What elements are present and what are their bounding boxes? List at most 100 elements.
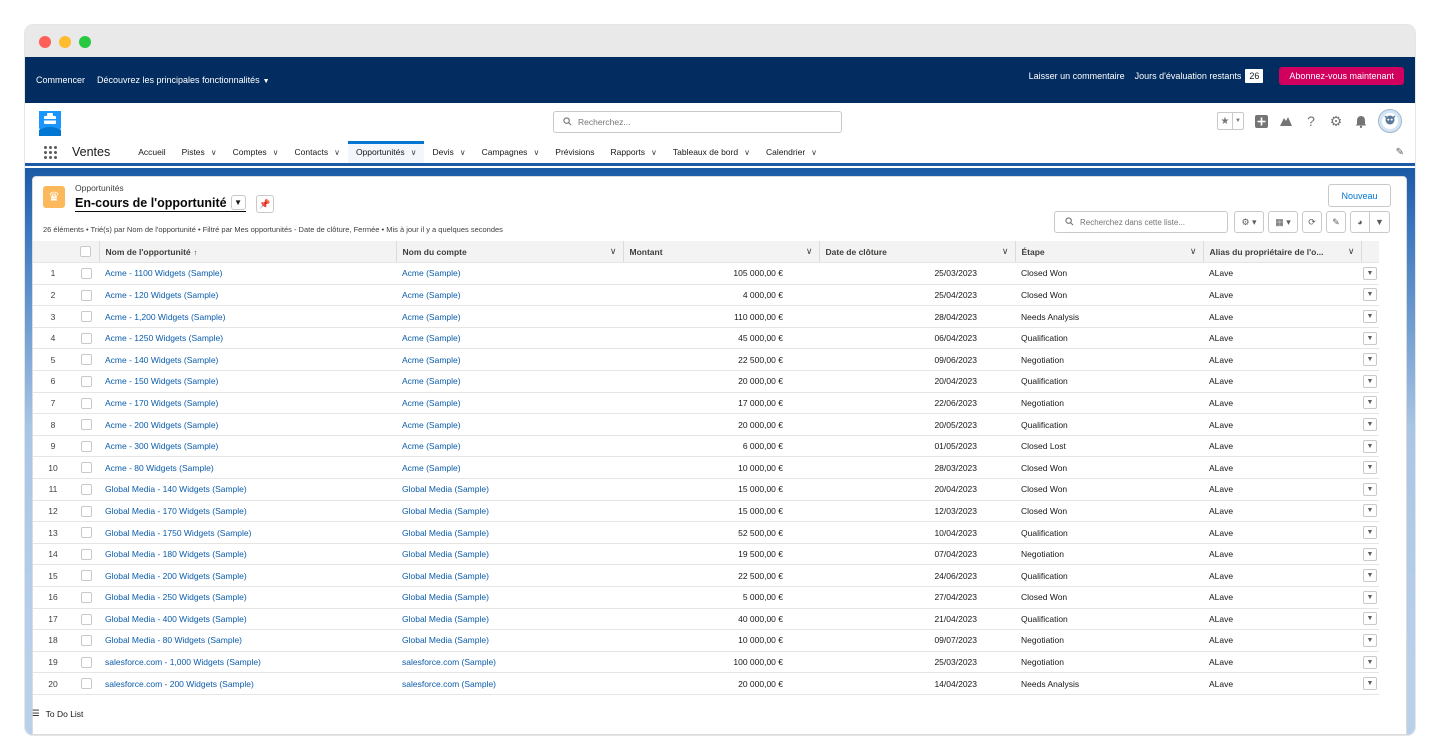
row-checkbox[interactable] [80, 375, 92, 387]
row-checkbox[interactable] [80, 354, 92, 366]
opportunity-name-link[interactable]: salesforce.com - 1,000 Widgets (Sample) [99, 651, 396, 674]
account-name-link[interactable]: Acme (Sample) [396, 348, 623, 372]
subscribe-button[interactable]: Abonnez-vous maintenant [1279, 67, 1404, 85]
opportunity-name-link[interactable]: salesforce.com - 200 Widgets (Sample) [99, 672, 396, 695]
account-name-link[interactable]: Acme (Sample) [396, 262, 623, 285]
chart-icon[interactable]: ◕ [1350, 211, 1370, 233]
chevron-down-icon[interactable]: ∨ [811, 148, 817, 157]
opportunity-name-link[interactable]: Global Media - 170 Widgets (Sample) [99, 500, 396, 523]
account-name-link[interactable]: Acme (Sample) [396, 284, 623, 307]
avatar[interactable] [1378, 109, 1402, 133]
account-name-link[interactable]: Global Media (Sample) [396, 586, 623, 609]
opportunity-name-link[interactable]: Acme - 170 Widgets (Sample) [99, 392, 396, 415]
tab-rapports[interactable]: Rapports ∨ [603, 141, 665, 163]
chevron-down-icon[interactable]: ▼ [1363, 331, 1377, 345]
global-search-input[interactable]: Recherchez... [553, 111, 842, 133]
row-checkbox[interactable] [80, 678, 92, 690]
maximize-window-button[interactable] [79, 36, 91, 48]
chevron-down-icon[interactable]: ▼ [1363, 353, 1377, 367]
account-name-link[interactable]: Acme (Sample) [396, 435, 623, 458]
tab-pistes[interactable]: Pistes ∨ [174, 141, 225, 163]
opportunity-name-link[interactable]: Acme - 1,200 Widgets (Sample) [99, 305, 396, 328]
column-header-close-date[interactable]: Date de clôture ∨ [819, 241, 1016, 264]
account-name-link[interactable]: Acme (Sample) [396, 327, 623, 350]
row-checkbox[interactable] [80, 505, 92, 517]
chevron-down-icon[interactable]: ▼ [1363, 310, 1377, 324]
app-launcher-icon[interactable] [44, 141, 58, 163]
filter-icon[interactable]: ▼ [1370, 211, 1390, 233]
opportunity-name-link[interactable]: Global Media - 180 Widgets (Sample) [99, 543, 396, 566]
opportunity-name-link[interactable]: Global Media - 200 Widgets (Sample) [99, 564, 396, 587]
favorites-button[interactable]: ★ ▼ [1217, 112, 1244, 130]
feedback-link[interactable]: Laisser un commentaire [1029, 71, 1125, 81]
account-name-link[interactable]: Global Media (Sample) [396, 500, 623, 523]
opportunity-name-link[interactable]: Global Media - 250 Widgets (Sample) [99, 586, 396, 609]
list-settings-gear-icon[interactable]: ⚙ ▾ [1234, 211, 1264, 233]
minimize-window-button[interactable] [59, 36, 71, 48]
column-header-stage[interactable]: Étape ∨ [1015, 241, 1204, 264]
opportunity-name-link[interactable]: Acme - 140 Widgets (Sample) [99, 348, 396, 372]
row-checkbox[interactable] [80, 548, 92, 560]
refresh-icon[interactable]: ⟳ [1302, 211, 1322, 233]
chevron-down-icon[interactable]: ▼ [1363, 569, 1377, 583]
row-checkbox[interactable] [80, 527, 92, 539]
opportunity-name-link[interactable]: Acme - 80 Widgets (Sample) [99, 456, 396, 480]
opportunity-name-link[interactable]: Acme - 120 Widgets (Sample) [99, 284, 396, 307]
row-checkbox[interactable] [80, 635, 92, 647]
chevron-down-icon[interactable]: ▼ [1363, 439, 1377, 453]
tab-accueil[interactable]: Accueil [130, 141, 173, 163]
account-name-link[interactable]: Acme (Sample) [396, 392, 623, 415]
new-button[interactable]: Nouveau [1328, 184, 1391, 207]
opportunity-name-link[interactable]: Global Media - 140 Widgets (Sample) [99, 478, 396, 501]
tab-comptes[interactable]: Comptes ∨ [225, 141, 287, 163]
row-checkbox[interactable] [80, 613, 92, 625]
pin-icon[interactable]: 📌 [256, 195, 274, 213]
chevron-down-icon[interactable]: ▼ [230, 195, 246, 210]
chevron-down-icon[interactable]: ▼ [1363, 266, 1377, 280]
chevron-down-icon[interactable]: ▼ [1363, 526, 1377, 540]
help-icon[interactable]: ? [1303, 113, 1319, 129]
account-name-link[interactable]: Global Media (Sample) [396, 629, 623, 652]
chevron-down-icon[interactable]: ∨ [610, 246, 617, 257]
trailhead-icon[interactable] [1278, 113, 1294, 129]
tab-devis[interactable]: Devis ∨ [424, 141, 473, 163]
opportunity-name-link[interactable]: Global Media - 80 Widgets (Sample) [99, 629, 396, 652]
account-name-link[interactable]: Acme (Sample) [396, 456, 623, 480]
chevron-down-icon[interactable]: ∨ [1190, 246, 1197, 257]
row-checkbox[interactable] [80, 332, 92, 344]
edit-nav-icon[interactable]: ✎ [1396, 147, 1404, 158]
tab-campagnes[interactable]: Campagnes ∨ [474, 141, 548, 163]
opportunity-name-link[interactable]: Acme - 300 Widgets (Sample) [99, 435, 396, 458]
edit-pencil-icon[interactable]: ✎ [1326, 211, 1346, 233]
opportunity-name-link[interactable]: Global Media - 400 Widgets (Sample) [99, 608, 396, 631]
chevron-down-icon[interactable]: ∨ [533, 148, 539, 157]
opportunity-name-link[interactable]: Acme - 1100 Widgets (Sample) [99, 262, 396, 285]
row-checkbox[interactable] [80, 268, 92, 280]
chevron-down-icon[interactable]: ▼ [1363, 612, 1377, 626]
row-checkbox[interactable] [80, 397, 92, 409]
plus-icon[interactable] [1253, 113, 1269, 129]
row-checkbox[interactable] [80, 289, 92, 301]
row-checkbox[interactable] [80, 419, 92, 431]
row-checkbox[interactable] [80, 311, 92, 323]
account-name-link[interactable]: Acme (Sample) [396, 305, 623, 328]
account-name-link[interactable]: salesforce.com (Sample) [396, 672, 623, 695]
chevron-down-icon[interactable]: ▼ [1363, 374, 1377, 388]
chevron-down-icon[interactable]: ▼ [1363, 547, 1377, 561]
account-name-link[interactable]: Acme (Sample) [396, 413, 623, 436]
chevron-down-icon[interactable]: ∨ [651, 148, 657, 157]
start-link[interactable]: Commencer [36, 75, 85, 85]
column-header-amount[interactable]: Montant ∨ [623, 241, 820, 264]
account-name-link[interactable]: Global Media (Sample) [396, 608, 623, 631]
chevron-down-icon[interactable]: ▼ [1363, 590, 1377, 604]
chevron-down-icon[interactable]: ∨ [1002, 246, 1009, 257]
row-checkbox[interactable] [80, 462, 92, 474]
row-checkbox[interactable] [80, 483, 92, 495]
chevron-down-icon[interactable]: ▼ [1363, 677, 1377, 691]
account-name-link[interactable]: Global Media (Sample) [396, 564, 623, 587]
utility-bar-todo[interactable]: ☰ To Do List [32, 708, 83, 719]
select-all-checkbox[interactable] [80, 246, 92, 258]
list-search-input[interactable]: Recherchez dans cette liste... [1054, 211, 1228, 233]
chevron-down-icon[interactable]: ∨ [211, 148, 217, 157]
chevron-down-icon[interactable]: ▼ [1363, 288, 1377, 302]
